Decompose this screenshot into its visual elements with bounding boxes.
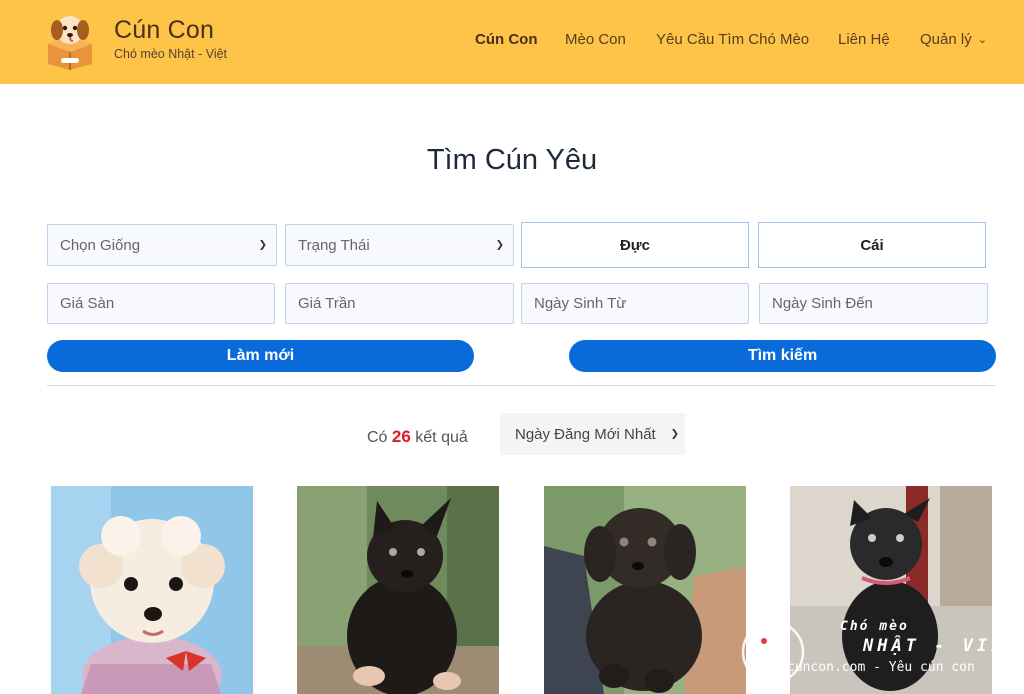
breed-select[interactable]: Chọn Giống ❯ bbox=[47, 224, 277, 266]
search-button[interactable]: Tìm kiếm bbox=[569, 340, 996, 372]
chevron-down-icon: ⌄ bbox=[977, 34, 987, 46]
puppy-in-box-logo[interactable] bbox=[42, 10, 98, 70]
nav-item-cun-con[interactable]: Cún Con bbox=[475, 31, 537, 48]
breed-select-value: Chọn Giống bbox=[60, 236, 141, 254]
puppy-photo-dark-poodle[interactable] bbox=[544, 486, 746, 694]
nav-item-meo-con[interactable]: Mèo Con bbox=[565, 31, 626, 48]
puppy-photo-white-poodle[interactable] bbox=[51, 486, 253, 694]
results-number: 26 bbox=[391, 427, 411, 446]
nav-item-quan-ly-label: Quản lý bbox=[920, 31, 972, 48]
status-select[interactable]: Trạng Thái ❯ bbox=[285, 224, 514, 266]
price-min-input[interactable]: Giá Sàn bbox=[47, 283, 275, 324]
puppy-card-4[interactable] bbox=[790, 486, 992, 694]
birth-from-input[interactable]: Ngày Sinh Từ bbox=[521, 283, 749, 324]
puppy-photo-schnauzer[interactable] bbox=[790, 486, 992, 694]
brand[interactable]: Cún Con Chó mèo Nhật - Việt bbox=[114, 16, 227, 61]
nav-item-quan-ly[interactable]: Quản lý ⌄ bbox=[920, 31, 987, 48]
brand-subtitle: Chó mèo Nhật - Việt bbox=[114, 47, 228, 61]
sort-select-value: Ngày Đăng Mới Nhất bbox=[515, 425, 656, 443]
price-max-input[interactable]: Giá Trần bbox=[285, 283, 514, 324]
female-button[interactable]: Cái bbox=[758, 222, 986, 268]
results-prefix: Có bbox=[367, 429, 388, 446]
page-title: Tìm Cún Yêu bbox=[426, 144, 598, 176]
divider bbox=[47, 385, 996, 386]
birth-to-input[interactable]: Ngày Sinh Đến bbox=[759, 283, 988, 324]
status-select-value: Trạng Thái bbox=[298, 236, 370, 254]
chevron-down-icon: ❯ bbox=[670, 428, 679, 440]
nav-item-yeu-cau[interactable]: Yêu Cầu Tìm Chó Mèo bbox=[656, 31, 809, 48]
chevron-down-icon: ❯ bbox=[258, 239, 267, 251]
results-count: Có 26 kết quả bbox=[367, 427, 468, 447]
brand-title[interactable]: Cún Con bbox=[114, 16, 227, 44]
sort-select[interactable]: Ngày Đăng Mới Nhất ❯ bbox=[500, 413, 685, 455]
site-header: Cún Con Chó mèo Nhật - Việt Cún Con Mèo … bbox=[0, 0, 1024, 84]
chevron-down-icon: ❯ bbox=[495, 239, 504, 251]
puppy-card-1[interactable] bbox=[51, 486, 253, 694]
reset-button[interactable]: Làm mới bbox=[47, 340, 474, 372]
nav-item-lien-he[interactable]: Liên Hệ bbox=[838, 31, 890, 48]
puppy-card-3[interactable] bbox=[544, 486, 746, 694]
puppy-photo-black-spitz[interactable] bbox=[297, 486, 499, 694]
male-button[interactable]: Đực bbox=[521, 222, 749, 268]
results-suffix: kết quả bbox=[415, 429, 468, 446]
puppy-card-2[interactable] bbox=[297, 486, 499, 694]
